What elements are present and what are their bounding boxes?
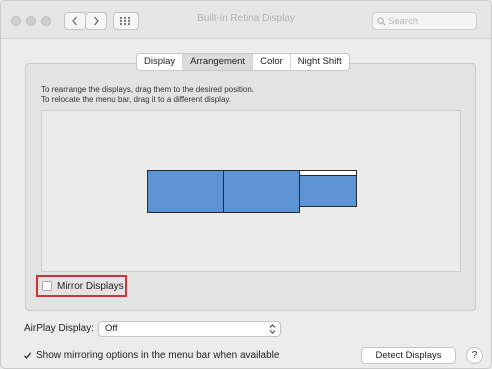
airplay-display-label: AirPlay Display: [24, 323, 95, 334]
show-mirroring-checkbox[interactable] [22, 351, 32, 361]
display-arrangement-area [41, 110, 461, 272]
menubar-instruction: To relocate the menu bar, drag it to a d… [41, 95, 232, 104]
show-mirroring-row: Show mirroring options in the menu bar w… [22, 350, 279, 361]
close-window-button[interactable] [11, 16, 21, 26]
tab-bar: Display Arrangement Color Night Shift [136, 53, 350, 71]
window-title: Built-in Retina Display [197, 13, 295, 24]
display-left[interactable] [147, 170, 224, 213]
minimize-window-button[interactable] [26, 16, 36, 26]
menu-bar-indicator[interactable] [300, 171, 356, 176]
detect-displays-button[interactable]: Detect Displays [361, 347, 456, 364]
mirror-displays-label: Mirror Displays [57, 280, 124, 292]
forward-button[interactable] [85, 12, 107, 30]
search-field[interactable]: Search [372, 12, 477, 30]
help-button[interactable]: ? [466, 347, 483, 364]
airplay-display-value: Off [105, 323, 118, 334]
mirror-displays-checkbox[interactable] [42, 281, 52, 291]
display-center[interactable] [223, 170, 300, 213]
search-placeholder: Search [388, 15, 419, 27]
updown-chevron-icon [269, 323, 276, 340]
tab-night-shift[interactable]: Night Shift [291, 54, 349, 70]
chevron-left-icon [72, 16, 77, 26]
tab-color[interactable]: Color [253, 54, 291, 70]
search-icon [377, 16, 386, 26]
grid-icon [120, 17, 130, 25]
arrange-instruction: To rearrange the displays, drag them to … [41, 85, 255, 94]
chevron-right-icon [94, 16, 99, 26]
display-main-with-menubar[interactable] [299, 170, 357, 207]
show-mirroring-label: Show mirroring options in the menu bar w… [36, 350, 280, 361]
airplay-display-select[interactable]: Off [98, 321, 281, 337]
zoom-window-button[interactable] [41, 16, 51, 26]
checkmark-icon [23, 352, 31, 359]
tab-arrangement[interactable]: Arrangement [183, 54, 254, 70]
title-bar: Built-in Retina Display Search [1, 1, 491, 39]
show-all-button[interactable] [113, 12, 139, 30]
system-preferences-window: Built-in Retina Display Search Display A… [0, 0, 492, 369]
tab-display[interactable]: Display [137, 54, 184, 70]
mirror-displays-highlight: Mirror Displays [36, 275, 127, 297]
back-button[interactable] [64, 12, 86, 30]
